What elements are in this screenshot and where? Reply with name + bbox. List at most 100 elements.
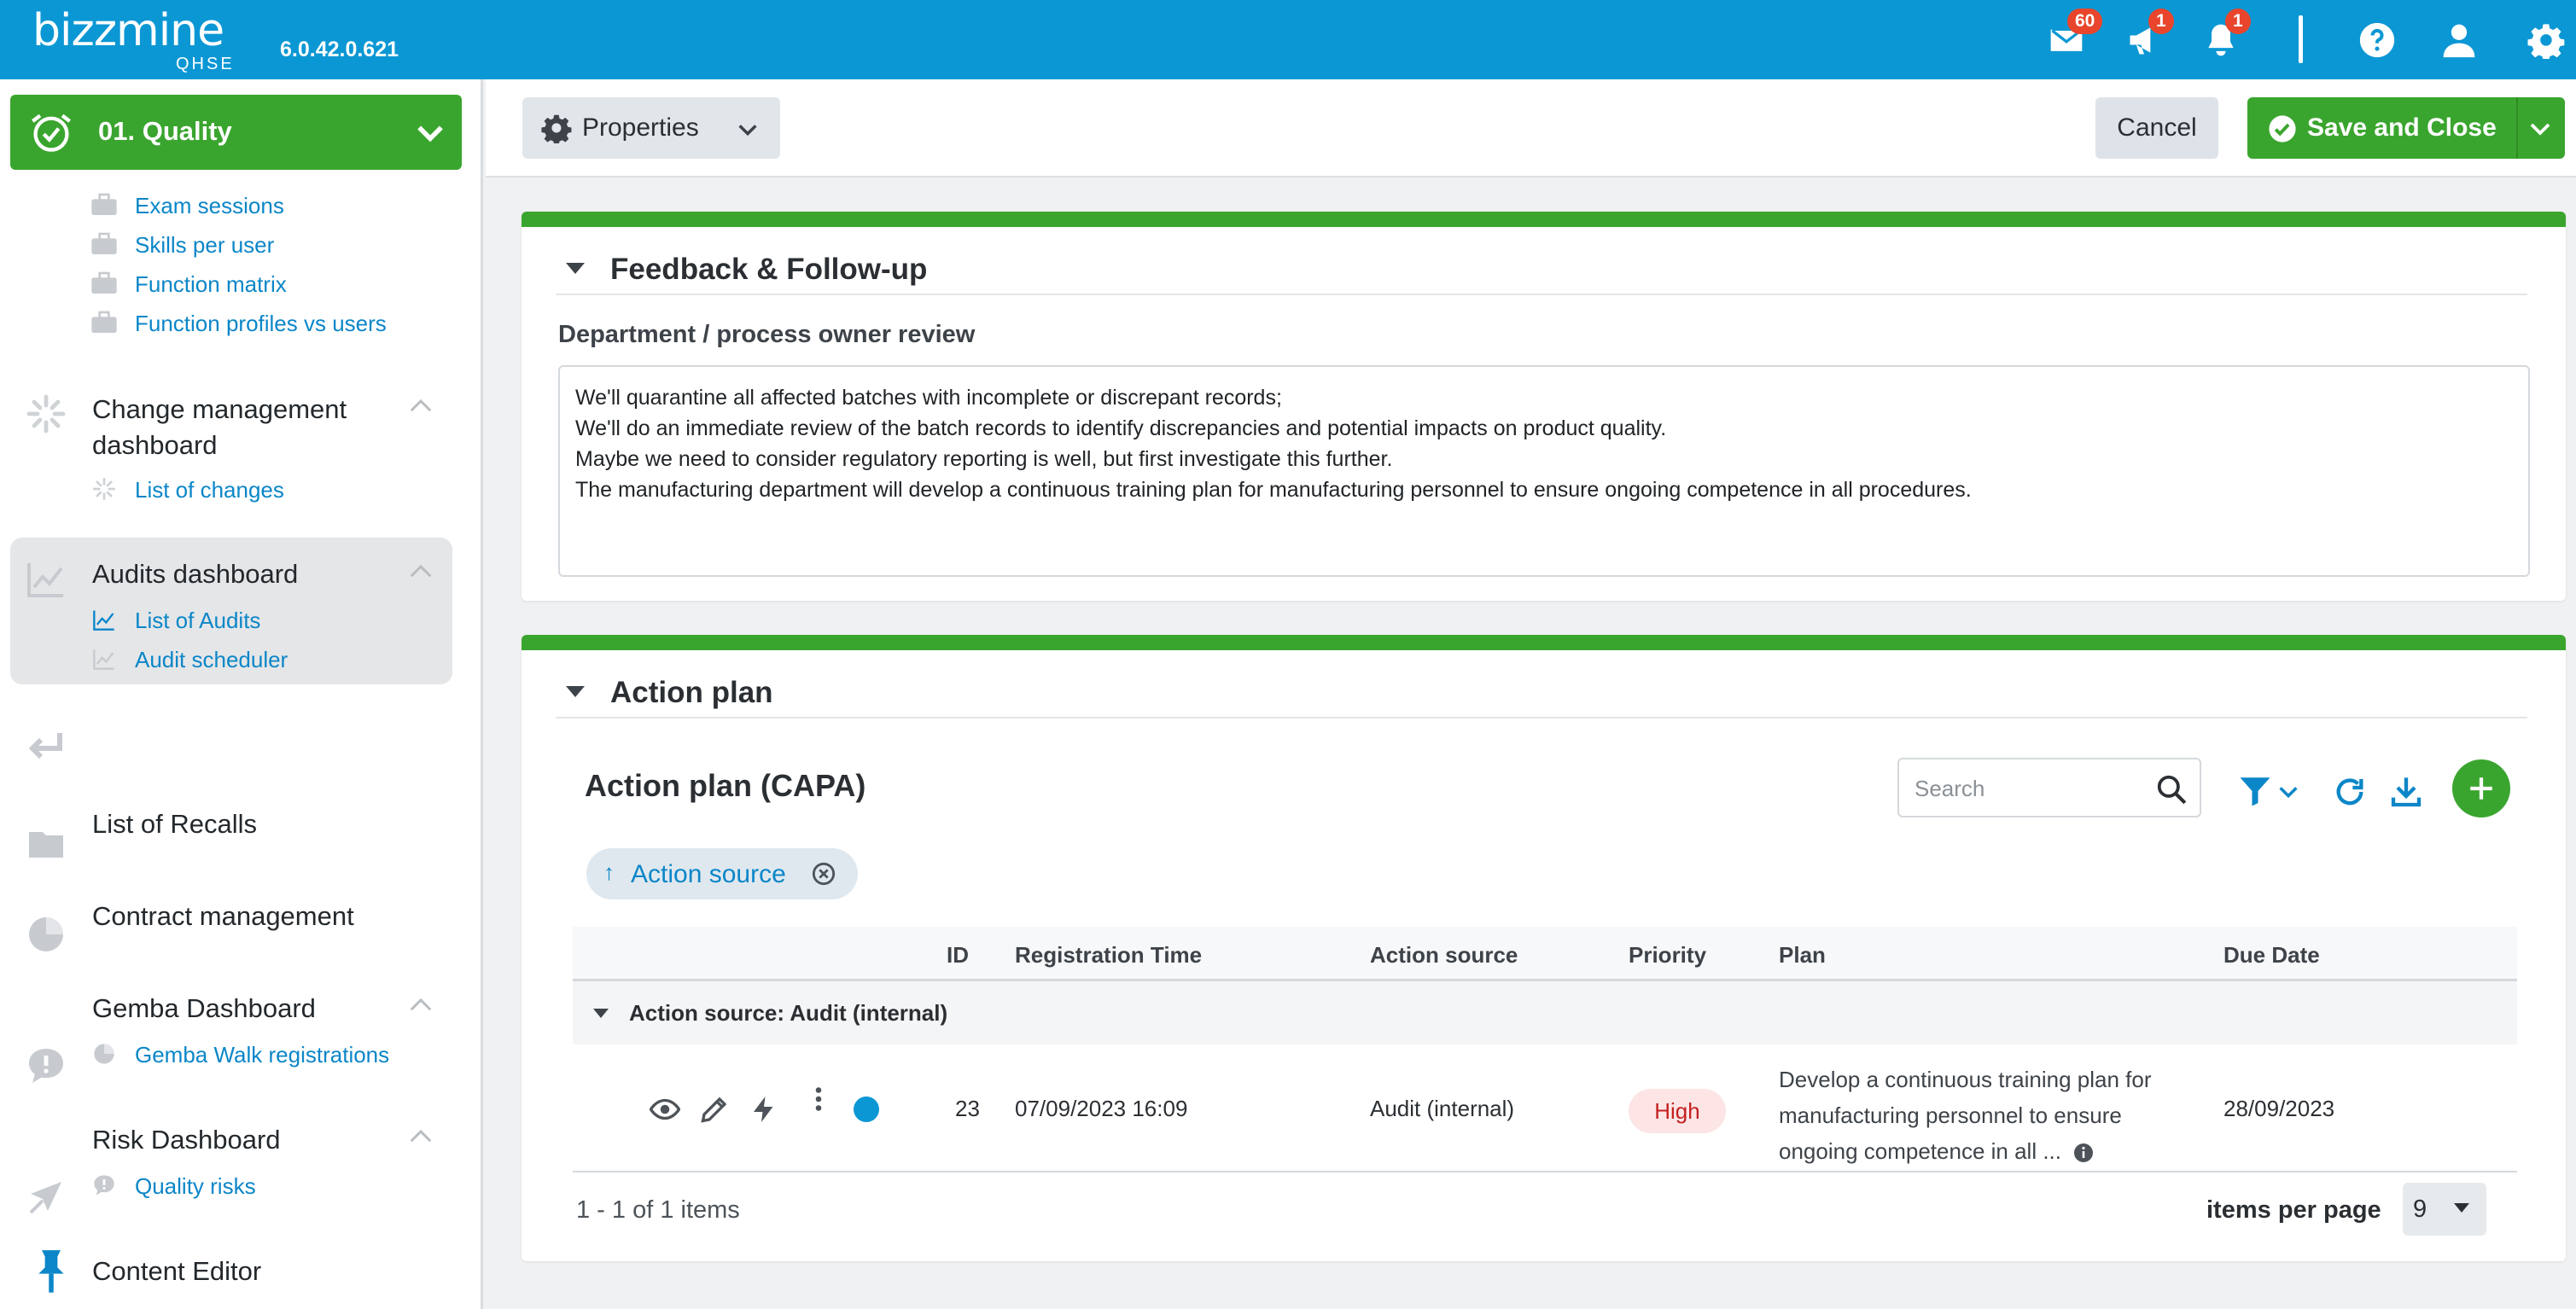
group-row-label: Action source: Audit (internal) — [629, 1000, 948, 1026]
chevron-up-icon[interactable] — [408, 996, 434, 1013]
collapse-triangle-icon — [566, 686, 585, 697]
sidebar-section-gemba[interactable]: Gemba Dashboard — [92, 991, 316, 1027]
lightning-icon[interactable] — [749, 1094, 779, 1125]
announcements-badge: 1 — [2148, 9, 2174, 34]
column-header-registration-time[interactable]: Registration Time — [1015, 942, 1202, 969]
sort-up-icon: ↑ — [603, 859, 615, 885]
caret-down-icon — [2454, 1203, 2469, 1213]
settings-button[interactable] — [2525, 19, 2567, 61]
sidebar-section-audits[interactable]: Audits dashboard — [92, 556, 298, 592]
pencil-icon[interactable] — [699, 1094, 730, 1125]
eye-icon[interactable] — [650, 1094, 680, 1125]
grid-search-input[interactable]: Search — [1897, 758, 2201, 817]
briefcase-icon — [91, 232, 117, 254]
add-action-button[interactable] — [2452, 759, 2510, 817]
gear-icon — [2527, 24, 2565, 59]
chevron-down-icon[interactable] — [2527, 116, 2553, 142]
properties-label: Properties — [582, 113, 699, 142]
review-textarea[interactable]: We'll quarantine all affected batches wi… — [558, 365, 2530, 577]
sidebar-item-list-of-changes[interactable]: List of changes — [135, 477, 284, 503]
plan-line-text: ongoing competence in all ... — [1779, 1138, 2061, 1164]
logo-sub: QHSE — [176, 55, 235, 73]
collapse-triangle-icon — [593, 1009, 609, 1018]
save-and-close-button[interactable]: Save and Close — [2247, 97, 2565, 159]
change-title-line1: Change management — [92, 394, 347, 424]
refresh-icon[interactable] — [2333, 775, 2367, 809]
review-line: We'll quarantine all affected batches wi… — [575, 386, 1282, 410]
more-vertical-icon[interactable] — [803, 1082, 834, 1116]
search-placeholder: Search — [1915, 776, 1985, 801]
sidebar-item-list-of-recalls[interactable]: List of Recalls — [92, 806, 257, 842]
logo-word: bizzmine — [32, 5, 224, 56]
group-by-chip[interactable]: ↑ Action source — [586, 848, 858, 899]
cell-due-date: 28/09/2023 — [2223, 1096, 2335, 1121]
column-header-action-source[interactable]: Action source — [1370, 942, 1518, 969]
review-line: Maybe we need to consider regulatory rep… — [575, 447, 1393, 471]
module-label: 01. Quality — [98, 116, 232, 146]
briefcase-icon — [91, 193, 117, 215]
group-row[interactable]: Action source: Audit (internal) — [573, 981, 2517, 1044]
briefcase-icon — [91, 311, 117, 333]
download-icon[interactable] — [2389, 775, 2423, 809]
action-plan-section-header[interactable]: Action plan — [556, 667, 2527, 718]
alert-bubble-icon — [94, 1175, 114, 1196]
mail-button[interactable]: 60 — [2045, 9, 2103, 61]
column-header-plan[interactable]: Plan — [1779, 942, 1826, 969]
sidebar-item-quality-risks[interactable]: Quality risks — [135, 1173, 256, 1200]
chevron-up-icon[interactable] — [408, 1127, 434, 1144]
change-title-line2: dashboard — [92, 430, 218, 460]
column-header-priority[interactable]: Priority — [1629, 942, 1706, 969]
sidebar-section-change-management[interactable]: Change management dashboard — [92, 392, 347, 463]
save-and-close-label: Save and Close — [2307, 113, 2497, 142]
pager-info: 1 - 1 of 1 items — [576, 1196, 740, 1224]
return-arrow-icon — [28, 733, 62, 759]
search-icon[interactable] — [2155, 773, 2188, 806]
sidebar-item-skills-per-user[interactable]: Skills per user — [135, 232, 274, 259]
sidebar-item-list-of-audits[interactable]: List of Audits — [135, 608, 260, 634]
top-bar: bizzmine QHSE 6.0.42.0.621 60 1 1 — [0, 0, 2576, 79]
sidebar-item-audit-scheduler[interactable]: Audit scheduler — [135, 647, 288, 673]
alarm-clock-icon — [32, 113, 71, 152]
sidebar-item-gemba-walk[interactable]: Gemba Walk registrations — [135, 1042, 389, 1068]
items-per-page-select[interactable]: 9 — [2403, 1183, 2486, 1236]
sidebar: 01. Quality Exam sessions Skills per use… — [0, 79, 483, 1309]
filter-icon[interactable] — [2237, 773, 2273, 809]
bizzmine-logo[interactable]: bizzmine QHSE — [32, 5, 237, 73]
column-header-id[interactable]: ID — [947, 942, 969, 969]
pin-icon[interactable] — [32, 1247, 70, 1294]
sidebar-item-function-profiles[interactable]: Function profiles vs users — [135, 311, 387, 337]
sidebar-item-content-editor[interactable]: Content Editor — [92, 1254, 261, 1289]
column-header-due-date[interactable]: Due Date — [2223, 942, 2320, 969]
sidebar-item-function-matrix[interactable]: Function matrix — [135, 271, 287, 298]
help-button[interactable] — [2356, 19, 2398, 61]
module-selector[interactable]: 01. Quality — [10, 95, 462, 170]
grid-header: ID Registration Time Action source Prior… — [573, 927, 2517, 981]
notifications-button[interactable]: 1 — [2200, 9, 2251, 61]
group-chip-label: Action source — [631, 860, 786, 888]
chevron-down-icon[interactable] — [2276, 780, 2300, 804]
chevron-up-icon[interactable] — [408, 562, 434, 579]
chevron-up-icon[interactable] — [408, 397, 434, 414]
notifications-badge: 1 — [2225, 9, 2251, 34]
properties-button[interactable]: Properties — [522, 97, 780, 159]
sidebar-item-exam-sessions[interactable]: Exam sessions — [135, 193, 284, 219]
gear-icon — [541, 114, 572, 143]
sidebar-section-risk[interactable]: Risk Dashboard — [92, 1122, 281, 1158]
plan-line: Develop a continuous training plan for — [1779, 1067, 2152, 1092]
close-circle-icon[interactable] — [812, 862, 836, 886]
items-per-page-label: items per page — [2206, 1196, 2381, 1224]
announcements-button[interactable]: 1 — [2123, 9, 2174, 61]
cell-id: 23 — [955, 1096, 980, 1121]
sidebar-item-contract-management[interactable]: Contract management — [92, 899, 354, 934]
cancel-button[interactable]: Cancel — [2095, 97, 2218, 159]
topbar-divider — [2299, 15, 2303, 63]
folder-icon — [29, 832, 63, 858]
cell-registration-time: 07/09/2023 16:09 — [1015, 1096, 1188, 1121]
line-chart-icon — [27, 563, 63, 597]
feedback-section-header[interactable]: Feedback & Follow-up — [556, 244, 2527, 295]
feedback-section: Feedback & Follow-up Department / proces… — [522, 212, 2566, 601]
help-icon — [2359, 22, 2395, 58]
table-row[interactable]: 23 07/09/2023 16:09 Audit (internal) Hig… — [573, 1044, 2517, 1172]
info-icon[interactable] — [2073, 1143, 2094, 1163]
user-button[interactable] — [2438, 19, 2480, 61]
